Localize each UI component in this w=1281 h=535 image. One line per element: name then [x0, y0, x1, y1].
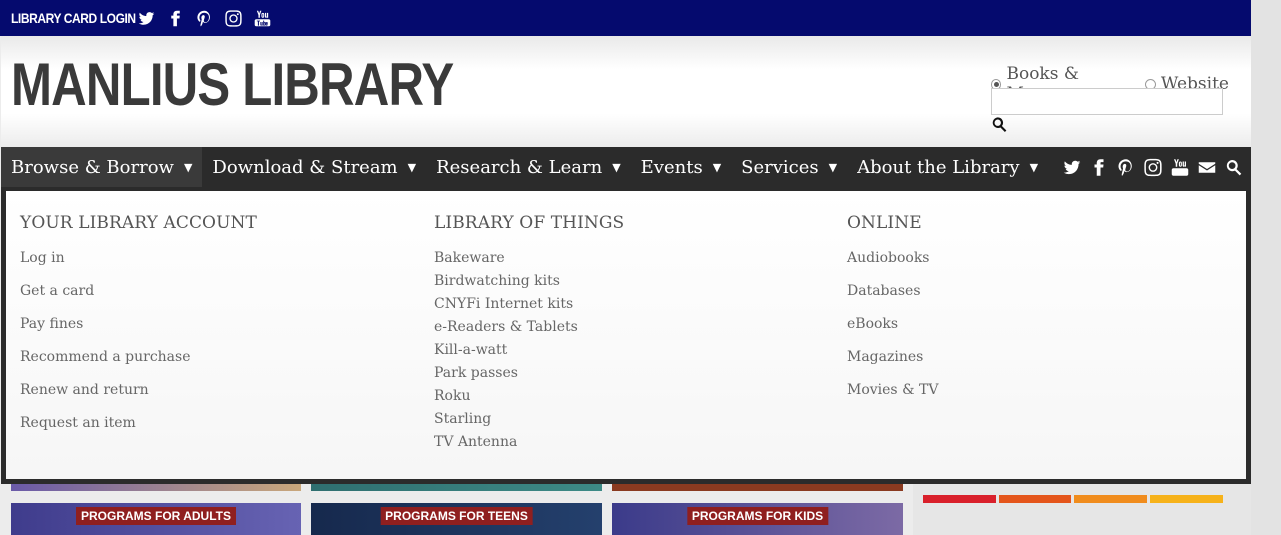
image-strip	[11, 484, 301, 491]
nav-browse-borrow[interactable]: Browse & Borrow ▼	[1, 147, 203, 187]
caret-down-icon: ▼	[1029, 160, 1039, 174]
menu-heading-things: LIBRARY OF THINGS	[434, 213, 625, 233]
youtube-icon[interactable]	[1171, 158, 1189, 176]
twitter-icon[interactable]	[137, 9, 155, 27]
instagram-icon[interactable]	[224, 9, 242, 27]
mega-menu-panel: YOUR LIBRARY ACCOUNT Log in Get a card P…	[6, 191, 1246, 479]
instagram-icon[interactable]	[1144, 158, 1162, 176]
library-card-login-link[interactable]: LIBRARY CARD LOGIN	[11, 10, 136, 26]
menu-link-roku[interactable]: Roku	[434, 388, 624, 411]
nav-services[interactable]: Services ▼	[731, 147, 847, 187]
menu-link-request[interactable]: Request an item	[20, 415, 257, 448]
menu-link-movies-tv[interactable]: Movies & TV	[847, 382, 938, 415]
pinterest-icon[interactable]	[1117, 158, 1135, 176]
nav-research-learn-label: Research & Learn	[436, 156, 603, 178]
main-nav: Browse & Borrow ▼ Download & Stream ▼ Rese…	[1, 147, 1251, 187]
menu-link-recommend[interactable]: Recommend a purchase	[20, 349, 257, 382]
color-bar-orange	[999, 495, 1071, 503]
image-strip	[311, 484, 602, 491]
top-social-links	[137, 9, 271, 27]
menu-link-ebooks[interactable]: eBooks	[847, 316, 938, 349]
menu-link-kill-a-watt[interactable]: Kill-a-watt	[434, 342, 624, 365]
sidebar-widget	[913, 484, 1251, 535]
caret-down-icon: ▼	[712, 160, 722, 174]
promo-teens-label: PROGRAMS FOR TEENS	[380, 507, 533, 525]
browse-borrow-mega-menu: YOUR LIBRARY ACCOUNT Log in Get a card P…	[1, 187, 1251, 484]
menu-link-databases[interactable]: Databases	[847, 283, 938, 316]
menu-link-renew[interactable]: Renew and return	[20, 382, 257, 415]
search-icon[interactable]	[1225, 158, 1243, 176]
menu-link-ereaders[interactable]: e-Readers & Tablets	[434, 319, 624, 342]
menu-link-pay-fines[interactable]: Pay fines	[20, 316, 257, 349]
caret-down-icon: ▼	[612, 160, 621, 174]
nav-download-stream[interactable]: Download & Stream ▼	[202, 147, 426, 187]
pinterest-icon[interactable]	[195, 9, 213, 27]
nav-services-label: Services	[741, 156, 819, 178]
menu-link-birdwatching[interactable]: Birdwatching kits	[434, 273, 624, 296]
envelope-icon[interactable]	[1198, 158, 1216, 176]
menu-link-park-passes[interactable]: Park passes	[434, 365, 624, 388]
promo-kids-label: PROGRAMS FOR KIDS	[686, 507, 829, 525]
nav-download-stream-label: Download & Stream	[212, 156, 398, 178]
menu-link-get-card[interactable]: Get a card	[20, 283, 257, 316]
facebook-icon[interactable]	[1090, 158, 1108, 176]
menu-link-tv-antenna[interactable]: TV Antenna	[434, 434, 624, 457]
menu-link-bakeware[interactable]: Bakeware	[434, 250, 624, 273]
image-strip	[612, 484, 903, 491]
menu-link-log-in[interactable]: Log in	[20, 250, 257, 283]
menu-column-account: YOUR LIBRARY ACCOUNT Log in Get a card P…	[20, 213, 257, 448]
menu-link-cnyfi[interactable]: CNYFi Internet kits	[434, 296, 624, 319]
nav-browse-borrow-label: Browse & Borrow	[11, 156, 174, 178]
menu-column-things: LIBRARY OF THINGS Bakeware Birdwatching …	[434, 213, 624, 457]
menu-link-magazines[interactable]: Magazines	[847, 349, 938, 382]
caret-down-icon: ▼	[183, 160, 193, 174]
color-bar-yellow	[1150, 495, 1223, 503]
color-bar-amber	[1074, 495, 1147, 503]
facebook-icon[interactable]	[166, 9, 184, 27]
promo-teens[interactable]: PROGRAMS FOR TEENS	[311, 503, 602, 535]
search-input[interactable]	[991, 88, 1223, 115]
nav-events-label: Events	[640, 156, 703, 178]
promo-adults[interactable]: PROGRAMS FOR ADULTS	[11, 503, 301, 535]
color-bar-red	[923, 495, 996, 503]
nav-events[interactable]: Events ▼	[631, 147, 732, 187]
top-bar: LIBRARY CARD LOGIN	[0, 0, 1251, 36]
search-icon[interactable]	[991, 116, 1009, 134]
menu-heading-account: YOUR LIBRARY ACCOUNT	[20, 213, 257, 233]
page-edge	[1251, 0, 1281, 535]
nav-research-learn[interactable]: Research & Learn ▼	[426, 147, 631, 187]
menu-link-starling[interactable]: Starling	[434, 411, 624, 434]
site-title[interactable]: MANLIUS LIBRARY	[11, 50, 454, 119]
promo-adults-label: PROGRAMS FOR ADULTS	[76, 507, 236, 525]
nav-about[interactable]: About the Library ▼	[847, 147, 1048, 187]
promo-kids[interactable]: PROGRAMS FOR KIDS	[612, 503, 903, 535]
twitter-icon[interactable]	[1063, 158, 1081, 176]
caret-down-icon: ▼	[407, 160, 417, 174]
caret-down-icon: ▼	[828, 160, 838, 174]
site-header: MANLIUS LIBRARY Books & More Website	[1, 36, 1251, 147]
menu-heading-online: ONLINE	[847, 213, 922, 233]
menu-link-audiobooks[interactable]: Audiobooks	[847, 250, 938, 283]
youtube-icon[interactable]	[253, 9, 271, 27]
menu-column-online: ONLINE Audiobooks Databases eBooks Magaz…	[847, 213, 938, 415]
nav-about-label: About the Library	[857, 156, 1020, 178]
nav-social-links	[1063, 147, 1243, 187]
